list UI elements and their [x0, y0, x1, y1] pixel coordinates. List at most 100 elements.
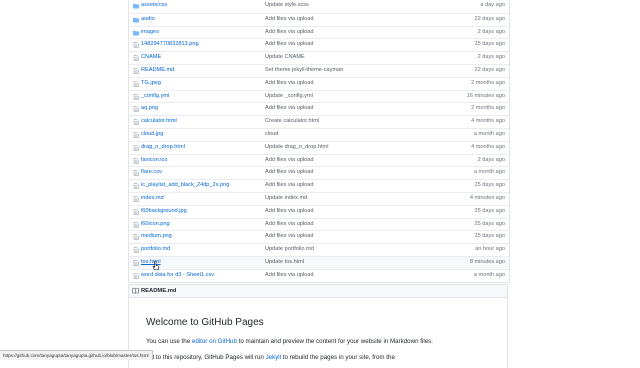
file-icon [133, 67, 139, 74]
file-icon [133, 195, 139, 202]
file-row[interactable]: audio Add files via upload 22 days ago [129, 12, 509, 26]
file-row[interactable]: ic_playlist_add_black_24dp_2x.png Add fil… [129, 179, 509, 192]
file-name-link[interactable]: l60icon.png [141, 219, 261, 231]
file-row[interactable]: calculator.html Create calculator.html 4 m… [129, 115, 509, 128]
commit-age: 2 days ago [477, 156, 505, 163]
commit-message-link[interactable]: Add files via upload [265, 39, 425, 51]
file-icon [133, 259, 139, 266]
file-name-link[interactable]: images [141, 27, 261, 39]
commit-age: a month ago [473, 130, 505, 137]
commit-age: 2 months ago [471, 79, 505, 86]
commit-message-link[interactable]: Add files via upload [265, 103, 425, 115]
commit-age: 25 days ago [474, 41, 505, 48]
file-name-link[interactable]: portfolio.md [141, 244, 261, 256]
file-icon [133, 42, 139, 49]
file-name-link[interactable]: ic_playlist_add_black_24dp_2x.png [141, 180, 261, 192]
mouse-cursor-icon [152, 261, 160, 271]
file-name-link[interactable]: aq.png [141, 103, 261, 115]
readme-title: README.md [141, 288, 177, 294]
file-row[interactable]: tos.html Update tos.html 8 minutes ago [129, 255, 509, 269]
file-row[interactable]: images Add files via upload 2 days ago [129, 25, 509, 39]
file-row[interactable]: portfolio.md Update portfolio.md an hour a… [129, 243, 509, 256]
commit-message-link[interactable]: cloud [265, 129, 425, 141]
commit-age: 4 months ago [471, 143, 505, 150]
file-icon [133, 80, 139, 87]
commit-message-link[interactable]: Update tos.html [265, 257, 425, 269]
commit-message-link[interactable]: Create calculator.html [265, 116, 425, 128]
status-bar-url: https://github.com/tanyagupta/tanyagupta… [0, 350, 153, 360]
file-row[interactable]: assets/css Update style.scss a day ago [129, 0, 509, 13]
readme-paragraph: You can use the editor on GitHub to main… [146, 338, 433, 345]
file-name-link[interactable]: 148294770832813.png [141, 39, 261, 51]
file-name-link[interactable]: audio [141, 14, 261, 26]
readme-content: Welcome to GitHub Pages You can use the … [128, 298, 508, 368]
commit-age: 2 days ago [477, 28, 505, 35]
file-name-link[interactable]: TG.jpeg [141, 78, 261, 90]
commit-age: a day ago [480, 2, 505, 8]
file-name-link[interactable]: l60background.jpg [141, 206, 261, 218]
file-row[interactable]: medium.png Add files via upload 25 days ag… [129, 230, 509, 243]
file-row[interactable]: CNAME Update CNAME 2 days ago [129, 51, 509, 64]
commit-age: 25 days ago [474, 207, 505, 214]
commit-message-link[interactable]: Update index.md [265, 193, 425, 205]
file-row[interactable]: drag_n_drop.html Update drag_n_drop.html 4… [129, 140, 509, 154]
book-icon [132, 288, 139, 294]
file-icon [133, 272, 139, 279]
file-icon [133, 106, 139, 113]
file-row[interactable]: l60background.jpg Add files via upload 25 … [129, 204, 509, 218]
file-row[interactable]: aq.png Add files via upload 2 months ago [129, 102, 509, 115]
commit-message-link[interactable]: Add files via upload [265, 78, 425, 90]
file-row[interactable]: 148294770832813.png Add files via upload 2… [129, 38, 509, 51]
commit-message-link[interactable]: Add files via upload [265, 27, 425, 39]
commit-message-link[interactable]: Update portfolio.md [265, 244, 425, 256]
commit-age: 16 minutes ago [466, 92, 505, 99]
file-row[interactable]: cloud.jpg cloud a month ago [129, 127, 509, 141]
file-row[interactable]: TG.jpeg Add files via upload 2 months ago [129, 76, 509, 90]
editor-on-github-link[interactable]: editor on GitHub [192, 338, 237, 345]
file-name-link[interactable]: assets/css [141, 0, 261, 12]
commit-message-link[interactable]: Add files via upload [265, 155, 425, 167]
file-name-link[interactable]: CNAME [141, 52, 261, 64]
file-row[interactable]: flare.csv Add files via upload a month ago [129, 166, 509, 179]
commit-age: 2 days ago [477, 54, 505, 61]
commit-message-link[interactable]: Update _config.yml [265, 91, 425, 103]
commit-message-link[interactable]: Add files via upload [265, 270, 425, 282]
commit-age: 22 days ago [474, 66, 505, 73]
commit-age: 4 months ago [471, 118, 505, 125]
commit-message-link[interactable]: Add files via upload [265, 231, 425, 243]
commit-message-link[interactable]: Add files via upload [265, 180, 425, 192]
file-row[interactable]: l60icon.png Add files via upload 25 days a… [129, 217, 509, 231]
commit-message-link[interactable]: Update drag_n_drop.html [265, 142, 425, 154]
readme-paragraph-suffix: to maintain and preview the content for … [236, 338, 433, 345]
commit-message-link[interactable]: Add files via upload [265, 219, 425, 231]
file-name-link[interactable]: word data for d3 - Sheet1.csv [141, 270, 261, 282]
commit-message-link[interactable]: Add files via upload [265, 167, 425, 179]
commit-message-link[interactable]: Add files via upload [265, 14, 425, 26]
file-icon [133, 221, 139, 228]
readme-header: README.md [128, 284, 508, 298]
file-row[interactable]: README.md Set theme jekyll-theme-cayman 22… [129, 63, 509, 77]
file-name-link[interactable]: drag_n_drop.html [141, 142, 261, 154]
file-name-link[interactable]: cloud.jpg [141, 129, 261, 141]
file-name-link[interactable]: _config.yml [141, 91, 261, 103]
file-row[interactable]: word data for d3 - Sheet1.csv Add files v… [129, 268, 509, 282]
file-icon [133, 170, 139, 177]
file-row[interactable]: favicon.ico Add files via upload 2 days ag… [129, 153, 509, 167]
commit-message-link[interactable]: Update CNAME [265, 52, 425, 64]
file-icon [133, 208, 139, 215]
commit-message-link[interactable]: Update style.scss [265, 0, 425, 12]
commit-message-link[interactable]: Add files via upload [265, 206, 425, 218]
file-icon [133, 119, 139, 126]
file-name-link[interactable]: calculator.html [141, 116, 261, 128]
file-row[interactable]: index.md Update index.md 4 minutes ago [129, 191, 509, 205]
file-row[interactable]: _config.yml Update _config.yml 16 minutes … [129, 89, 509, 103]
file-name-link[interactable]: medium.png [141, 231, 261, 243]
file-name-link[interactable]: flare.csv [141, 167, 261, 179]
commit-age: 22 days ago [474, 15, 505, 22]
file-name-link[interactable]: index.md [141, 193, 261, 205]
file-name-link[interactable]: README.md [141, 65, 261, 77]
commit-age: an hour ago [475, 246, 505, 253]
file-name-link[interactable]: favicon.ico [141, 155, 261, 167]
commit-message-link[interactable]: Set theme jekyll-theme-cayman [265, 65, 425, 77]
file-icon [133, 247, 139, 254]
